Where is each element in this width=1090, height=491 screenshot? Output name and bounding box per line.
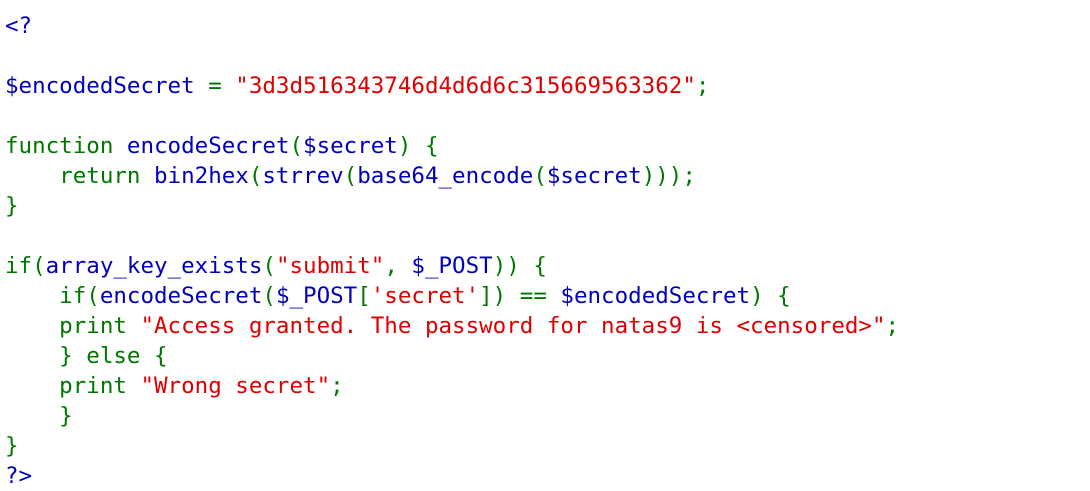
keyword-token: function — [5, 133, 127, 159]
keyword-token: ; — [330, 373, 344, 399]
identifier-token: array_key_exists — [45, 253, 263, 279]
keyword-token: } — [5, 403, 73, 429]
keyword-token: ))); — [641, 163, 696, 189]
string-literal: "submit" — [275, 253, 385, 279]
code-line: function encodeSecret($secret) { — [5, 131, 1090, 161]
string-literal: "Access granted. The password for natas9… — [140, 313, 886, 339]
keyword-token: )) { — [492, 253, 547, 279]
identifier-token: $secret — [303, 133, 398, 159]
keyword-token: print — [5, 373, 141, 399]
code-line: <? — [5, 11, 1090, 41]
identifier-token: encodeSecret — [126, 133, 290, 159]
identifier-token: $secret — [546, 163, 642, 189]
identifier-token: $encodedSecret — [560, 283, 751, 309]
php-source-code: <? $encodedSecret = "3d3d516343746d4d6d6c… — [0, 0, 1090, 490]
keyword-token: [ — [357, 283, 371, 309]
keyword-token: ( — [262, 253, 276, 279]
identifier-token: ?> — [5, 463, 33, 489]
code-line: } — [5, 401, 1090, 431]
keyword-token: ) { — [397, 133, 439, 159]
keyword-token: } — [5, 433, 19, 459]
identifier-token: $_POST — [411, 253, 493, 279]
code-line: print "Access granted. The password for … — [5, 311, 1090, 341]
keyword-token: } else { — [5, 343, 168, 369]
keyword-token: ) { — [750, 283, 791, 309]
identifier-token: $encodedSecret — [5, 73, 209, 99]
code-line: ?> — [5, 461, 1090, 491]
keyword-token: , — [384, 253, 412, 279]
code-line: if(encodeSecret($_POST['secret']) == $en… — [5, 281, 1090, 311]
keyword-token: ( — [343, 163, 358, 189]
keyword-token: ( — [533, 163, 547, 189]
code-line: } — [5, 431, 1090, 461]
code-line: return bin2hex(strrev(base64_encode($sec… — [5, 161, 1090, 191]
keyword-token: ; — [695, 73, 710, 99]
keyword-token: print — [5, 313, 141, 339]
identifier-token: bin2hex — [154, 163, 249, 189]
keyword-token: } — [5, 193, 19, 219]
string-literal: "Wrong secret" — [140, 373, 331, 399]
code-line: $encodedSecret = "3d3d516343746d4d6d6c31… — [5, 71, 1090, 101]
code-line: print "Wrong secret"; — [5, 371, 1090, 401]
code-line: if(array_key_exists("submit", $_POST)) { — [5, 251, 1090, 281]
string-literal: "3d3d516343746d4d6d6c315669563362" — [235, 73, 696, 99]
identifier-token: strrev — [262, 163, 344, 189]
keyword-token: ( — [262, 283, 276, 309]
identifier-token: base64_encode — [357, 163, 534, 189]
keyword-token: if( — [5, 253, 46, 279]
keyword-token: ( — [248, 163, 263, 189]
identifier-token: $_POST — [275, 283, 358, 309]
identifier-token: <? — [5, 13, 33, 39]
string-literal: 'secret' — [370, 283, 480, 309]
keyword-token: ; — [885, 313, 900, 339]
keyword-token: = — [208, 73, 236, 99]
code-line: } else { — [5, 341, 1090, 371]
code-line: } — [5, 191, 1090, 221]
keyword-token: if( — [5, 283, 100, 309]
keyword-token: ( — [289, 133, 304, 159]
keyword-token: ]) == — [479, 283, 561, 309]
identifier-token: encodeSecret — [99, 283, 263, 309]
keyword-token: return — [5, 163, 155, 189]
